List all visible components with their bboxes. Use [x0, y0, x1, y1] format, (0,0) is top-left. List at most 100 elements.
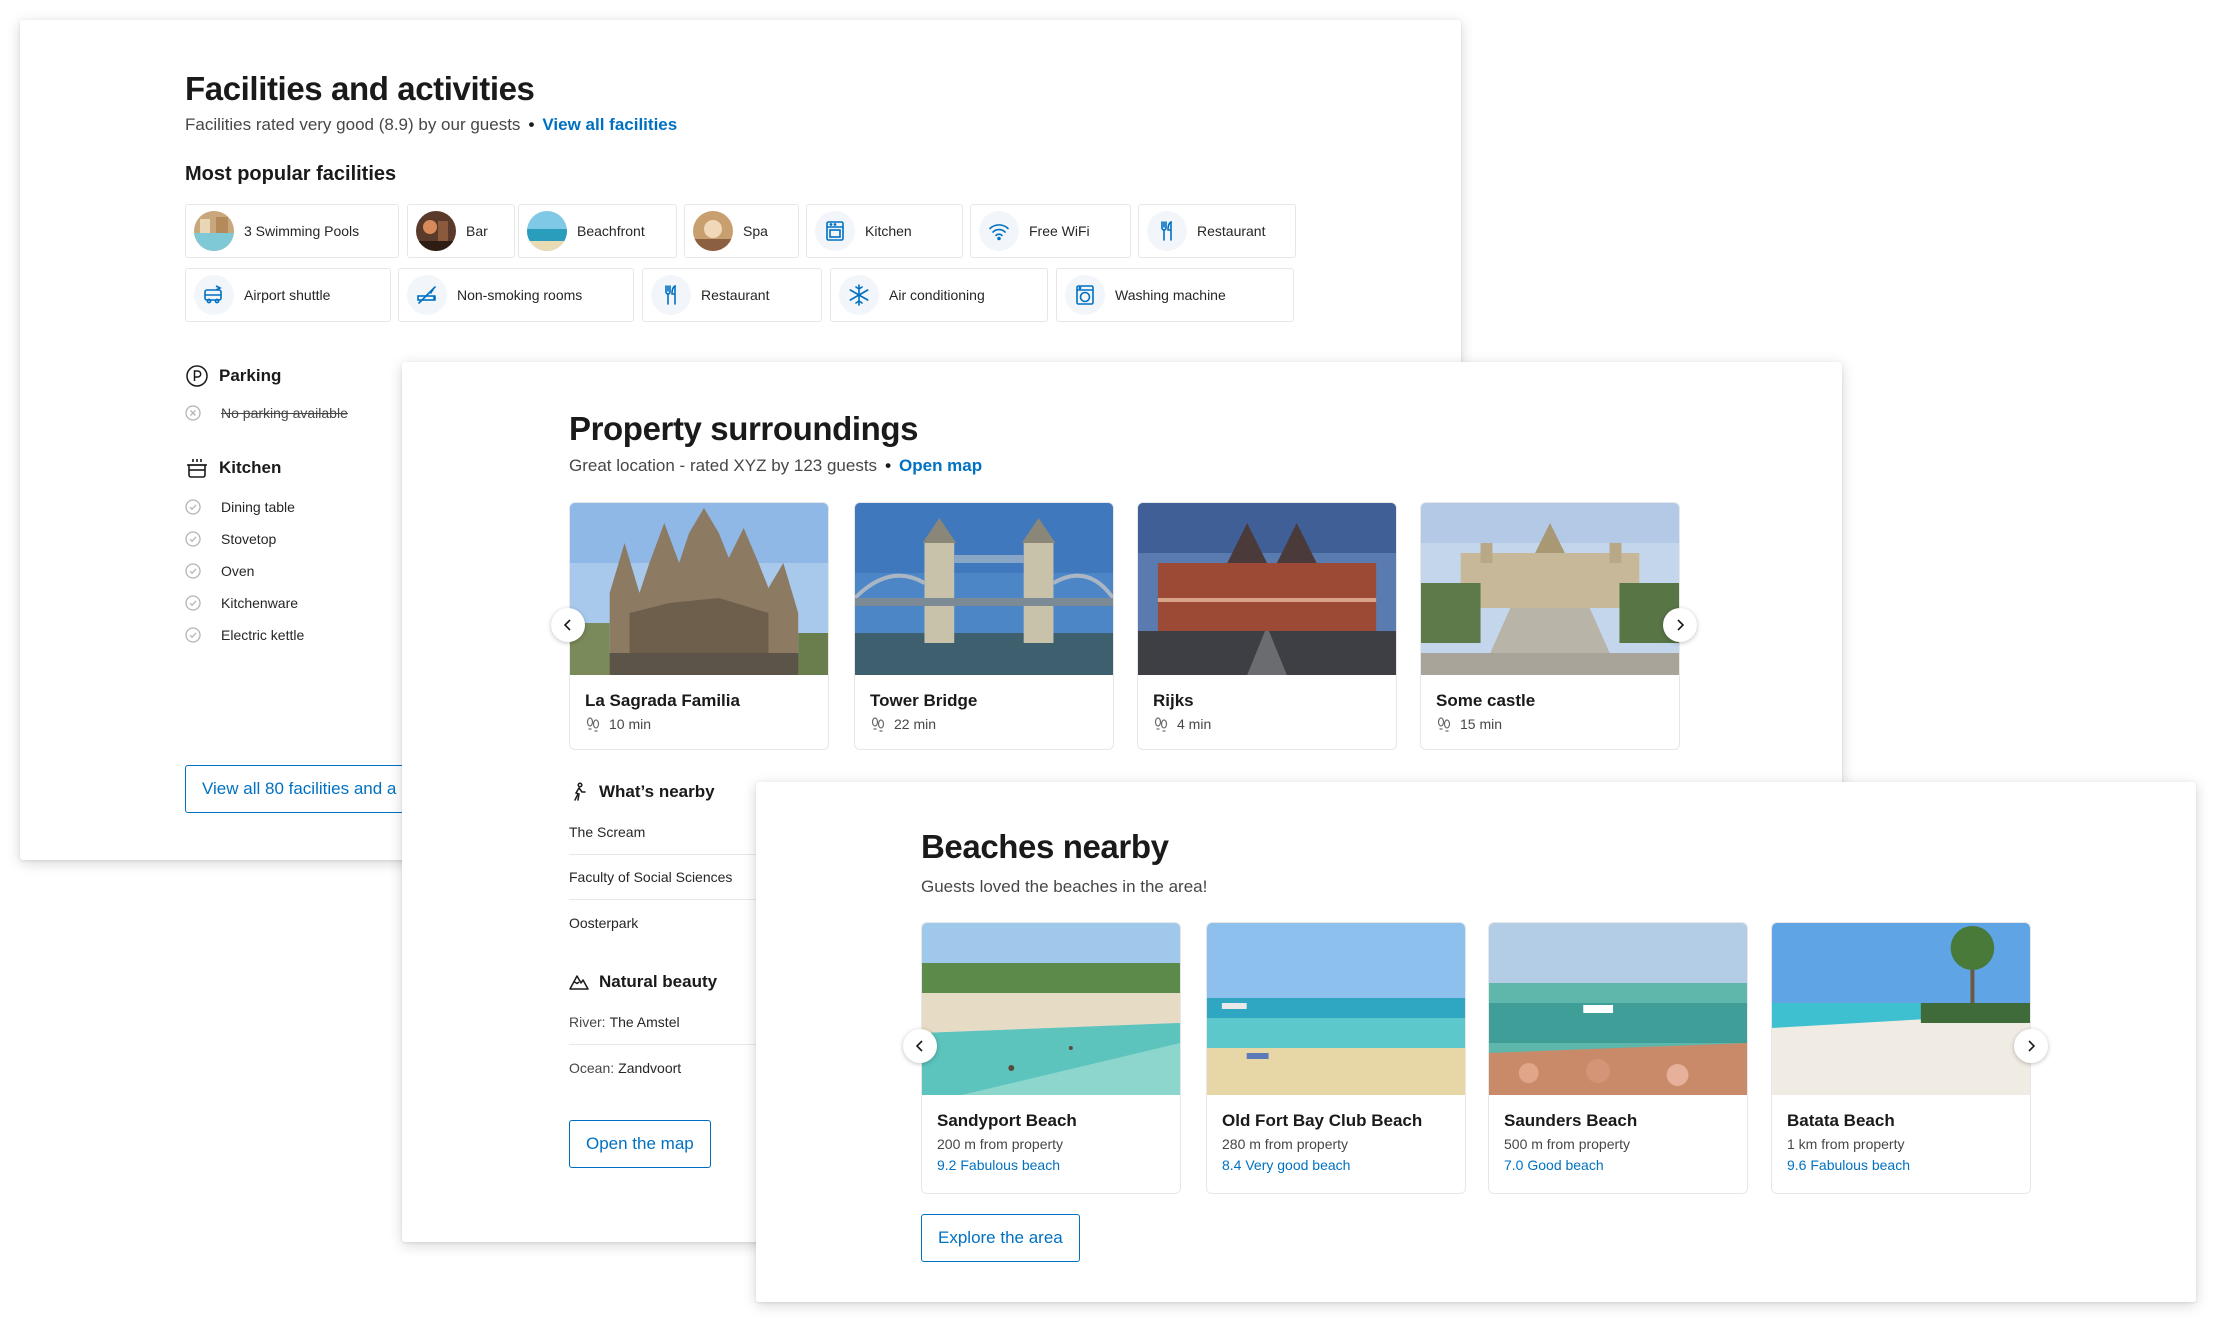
beach-card[interactable]: Old Fort Bay Club Beach 280 m from prope…: [1206, 922, 1466, 1194]
beauty-item-value: The Amstel: [609, 1014, 680, 1030]
facilities-title: Facilities and activities: [185, 70, 535, 107]
facility-chip-non-smoking: Non-smoking rooms: [398, 268, 634, 322]
kitchen-item: Dining table: [185, 498, 295, 516]
castle-photo: [1421, 503, 1679, 675]
facility-label: 3 Swimming Pools: [244, 223, 360, 239]
parking-icon: [185, 364, 209, 388]
place-name: Some castle: [1436, 691, 1536, 710]
facility-chip-shuttle: Airport shuttle: [185, 268, 391, 322]
facility-chip-washing-machine: Washing machine: [1056, 268, 1294, 322]
footprints-icon: [1437, 717, 1451, 732]
surroundings-subtitle: Great location - rated XYZ by 123 guests…: [569, 456, 982, 476]
bar-photo-icon: [416, 211, 456, 251]
facility-label: Bar: [466, 223, 488, 239]
open-map-link[interactable]: Open map: [899, 456, 982, 475]
beauty-item-value: Zandvoort: [618, 1059, 682, 1076]
beach-name: Sandyport Beach: [937, 1111, 1077, 1130]
walking-person-icon: [569, 782, 589, 802]
kitchen-item-text: Oven: [221, 563, 255, 579]
facilities-subtitle: Facilities rated very good (8.9) by our …: [185, 115, 677, 135]
nearby-item: Faculty of Social Sciences: [569, 855, 769, 900]
beauty-item: Ocean: Zandvoort: [569, 1045, 769, 1090]
kitchen-heading: Kitchen: [185, 456, 281, 480]
cutlery-icon: [651, 275, 691, 315]
tower-bridge-photo: [855, 503, 1113, 675]
batata-beach-photo: [1772, 923, 2030, 1095]
nearby-item: The Scream: [569, 810, 769, 855]
walk-time-text: 4 min: [1177, 716, 1212, 732]
chevron-left-icon: [563, 619, 571, 631]
beauty-item: River: The Amstel: [569, 1000, 769, 1045]
parking-heading: Parking: [185, 364, 281, 388]
place-card[interactable]: Some castle 15 min: [1420, 502, 1680, 750]
footprints-icon: [586, 717, 600, 732]
nearby-item: Oosterpark: [569, 900, 769, 945]
no-smoking-icon: [407, 275, 447, 315]
cross-circle-icon: [185, 404, 203, 422]
old-fort-bay-beach-photo: [1207, 923, 1465, 1095]
beach-card[interactable]: Batata Beach 1 km from property 9.6 Fabu…: [1771, 922, 2031, 1194]
kitchen-item: Stovetop: [185, 530, 276, 548]
separator-dot: •: [528, 115, 535, 134]
beach-distance: 280 m from property: [1222, 1136, 1349, 1152]
explore-the-area-button[interactable]: Explore the area: [921, 1214, 1080, 1262]
mountain-icon: [569, 972, 589, 992]
surroundings-rating-text: Great location - rated XYZ by 123 guests: [569, 456, 878, 475]
popular-facilities-heading: Most popular facilities: [185, 163, 397, 185]
facility-chip-restaurant-2: Restaurant: [642, 268, 822, 322]
parking-item-text: No parking available: [221, 405, 348, 421]
check-circle-icon: [185, 498, 203, 516]
separator-dot: •: [885, 456, 892, 475]
beaches-subtitle: Guests loved the beaches in the area!: [921, 877, 1208, 896]
kitchen-item: Oven: [185, 562, 254, 580]
beach-card[interactable]: Sandyport Beach 200 m from property 9.2 …: [921, 922, 1181, 1194]
facility-label: Non-smoking rooms: [457, 287, 583, 303]
spa-photo-icon: [693, 211, 733, 251]
beaches-panel: Beaches nearby Guests loved the beaches …: [756, 782, 2196, 1302]
kitchen-item-text: Kitchenware: [221, 595, 299, 611]
beach-rating: 8.4 Very good beach: [1222, 1157, 1351, 1173]
walk-time-text: 22 min: [894, 716, 937, 732]
check-circle-icon: [185, 562, 203, 580]
beach-name: Old Fort Bay Club Beach: [1222, 1111, 1423, 1130]
beaches-prev-button[interactable]: [903, 1029, 937, 1063]
check-circle-icon: [185, 626, 203, 644]
check-circle-icon: [185, 530, 203, 548]
walk-time-text: 10 min: [609, 716, 652, 732]
kitchen-item-text: Electric kettle: [221, 627, 305, 643]
open-the-map-button[interactable]: Open the map: [569, 1120, 711, 1168]
beach-rating: 9.6 Fabulous beach: [1787, 1157, 1910, 1173]
pool-photo-icon: [194, 211, 234, 251]
beach-distance: 1 km from property: [1787, 1136, 1905, 1152]
whats-nearby-heading: What’s nearby: [569, 782, 715, 802]
carousel-prev-button[interactable]: [551, 608, 585, 642]
place-card[interactable]: Rijks 4 min: [1137, 502, 1397, 750]
place-name: Rijks: [1153, 691, 1194, 710]
kitchen-item-text: Stovetop: [221, 531, 277, 547]
beaches-next-button[interactable]: [2014, 1029, 2048, 1063]
facility-label: Spa: [743, 223, 768, 239]
beach-distance: 500 m from property: [1504, 1136, 1631, 1152]
sagrada-familia-photo: [570, 503, 828, 675]
facilities-rating-text: Facilities rated very good (8.9) by our …: [185, 115, 521, 134]
carousel-next-button[interactable]: [1663, 608, 1697, 642]
oven-icon: [815, 211, 855, 251]
beach-card[interactable]: Saunders Beach 500 m from property 7.0 G…: [1488, 922, 1748, 1194]
place-card[interactable]: Tower Bridge 22 min: [854, 502, 1114, 750]
natural-beauty-heading-text: Natural beauty: [599, 972, 718, 991]
kitchen-item-text: Dining table: [221, 499, 295, 515]
facility-chip-restaurant: Restaurant: [1138, 204, 1296, 258]
whats-nearby-heading-text: What’s nearby: [599, 782, 715, 801]
view-all-facilities-link[interactable]: View all facilities: [542, 115, 677, 134]
kitchen-item: Kitchenware: [185, 594, 298, 612]
place-walk-time: 22 min: [870, 716, 1098, 732]
sandyport-beach-photo: [922, 923, 1180, 1095]
surroundings-title: Property surroundings: [569, 410, 919, 447]
facility-chip-kitchen: Kitchen: [806, 204, 963, 258]
place-card[interactable]: La Sagrada Familia 10 min: [569, 502, 829, 750]
kitchen-item: Electric kettle: [185, 626, 304, 644]
facility-label: Restaurant: [1197, 223, 1266, 239]
facility-chip-pools: 3 Swimming Pools: [185, 204, 399, 258]
beauty-item-label: Ocean:: [569, 1059, 615, 1076]
parking-item: No parking available: [185, 404, 348, 422]
